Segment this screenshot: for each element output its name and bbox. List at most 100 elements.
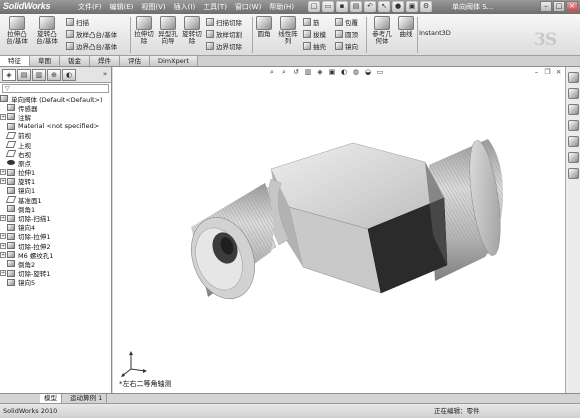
undo-icon[interactable]: ↶: [364, 1, 376, 12]
print-icon[interactable]: ▤: [350, 1, 362, 12]
revolve-cut-button[interactable]: 旋转切 除: [181, 16, 203, 45]
tab-evaluate[interactable]: 评估: [120, 56, 150, 66]
chevron-right-icon[interactable]: »: [101, 69, 109, 81]
boundary-cut-button[interactable]: 边界切除: [206, 41, 242, 51]
boundary-boss-button[interactable]: 边界凸台/基体: [66, 41, 117, 51]
tab-model[interactable]: 模型: [40, 394, 62, 403]
expand-icon[interactable]: +: [0, 233, 6, 240]
expand-icon[interactable]: +: [0, 169, 6, 176]
loft-cut-button[interactable]: 放样切割: [206, 29, 242, 39]
tree-node[interactable]: + 注解: [0, 112, 111, 122]
instant3d-button[interactable]: Instant3D: [419, 30, 451, 37]
tree-node[interactable]: 镜向4: [0, 223, 111, 232]
mirror-button[interactable]: 镜向: [335, 41, 358, 51]
tree-node[interactable]: + 切除-拉伸1: [0, 232, 111, 241]
view-palette-icon[interactable]: [567, 136, 579, 147]
tree-node[interactable]: + 切除-拉伸2: [0, 241, 111, 251]
tree-node[interactable]: 镜向5: [0, 278, 111, 287]
tree-node[interactable]: 右视: [0, 149, 111, 159]
tree-node[interactable]: Material <not specified>: [0, 122, 111, 131]
sweep-cut-button[interactable]: 扫描切除: [206, 17, 242, 27]
save-icon[interactable]: ▪: [336, 1, 348, 12]
design-library-icon[interactable]: [567, 88, 579, 99]
custom-properties-icon[interactable]: [567, 168, 579, 179]
loft-cut-icon: [206, 30, 214, 38]
menu-window[interactable]: 窗口(W): [235, 1, 261, 13]
tab-sheet-metal[interactable]: 钣金: [60, 56, 90, 66]
boundary-cut-icon: [206, 42, 214, 50]
tree-node[interactable]: 倒角1: [0, 204, 111, 214]
mirror-icon: [335, 42, 343, 50]
dome-button[interactable]: 圆顶: [335, 29, 358, 39]
expand-icon[interactable]: +: [0, 215, 6, 222]
curves-button[interactable]: 曲线: [397, 16, 415, 38]
hole-wizard-button[interactable]: 异型孔 向导: [157, 16, 179, 45]
tree-node[interactable]: 镜向1: [0, 186, 111, 195]
revolve-boss-button[interactable]: 旋转凸 台/基体: [34, 16, 60, 45]
menu-view[interactable]: 视图(V): [141, 1, 165, 13]
tab-motion-study[interactable]: 运动算例 1: [66, 394, 108, 403]
tree-node[interactable]: + M6 螺纹孔1: [0, 250, 111, 260]
model-tabs-bar: 模型 运动算例 1: [0, 393, 580, 403]
search-icon[interactable]: [567, 120, 579, 131]
new-icon[interactable]: □: [308, 1, 320, 12]
menu-file[interactable]: 文件(F): [78, 1, 102, 13]
options-icon[interactable]: ⚙: [420, 1, 432, 12]
expand-icon[interactable]: +: [0, 251, 6, 258]
tree-node-label: 注解: [18, 113, 31, 122]
display-manager-tab-icon[interactable]: ◐: [62, 69, 76, 81]
rib-button[interactable]: 筋: [303, 17, 320, 27]
file-properties-icon[interactable]: ▣: [406, 1, 418, 12]
tree-node[interactable]: 前视: [0, 131, 111, 140]
dimxpert-manager-tab-icon[interactable]: ⊕: [47, 69, 61, 81]
tree-node[interactable]: 上视: [0, 140, 111, 150]
loft-button[interactable]: 放样凸台/基体: [66, 29, 117, 39]
maximize-button[interactable]: □: [553, 1, 565, 12]
menu-edit[interactable]: 编辑(E): [110, 1, 134, 13]
configuration-manager-tab-icon[interactable]: ▥: [32, 69, 46, 81]
tree-node[interactable]: + 切除-旋转1: [0, 269, 111, 278]
tree-node[interactable]: 传感器: [0, 103, 111, 113]
sweep-button[interactable]: 扫描: [66, 17, 89, 27]
rebuild-icon[interactable]: ●: [392, 1, 404, 12]
extrude-boss-button[interactable]: 拉伸凸 台/基体: [4, 16, 30, 45]
dome-icon: [335, 30, 343, 38]
tree-node[interactable]: + 切除-扫描1: [0, 213, 111, 223]
tree-node[interactable]: + 旋转1: [0, 177, 111, 186]
tree-filter-input[interactable]: ▽: [2, 84, 109, 93]
select-icon[interactable]: ↖: [378, 1, 390, 12]
minimize-button[interactable]: –: [540, 1, 552, 12]
graphics-area[interactable]: ⌕ ⌕ ↺ ▥ ◈ ▣ ◐ ◍ ◒ ▭ – ❐ × *左右二等角轴测: [113, 67, 565, 393]
tree-node[interactable]: 原点: [0, 158, 111, 168]
tab-features[interactable]: 特征: [0, 56, 30, 66]
expand-icon[interactable]: +: [0, 113, 6, 120]
linear-pattern-button[interactable]: 线性阵 列: [277, 16, 299, 45]
menu-insert[interactable]: 插入(I): [174, 1, 196, 13]
fillet-button[interactable]: 圆角: [254, 16, 274, 38]
reference-geometry-button[interactable]: 参考几 何体: [369, 16, 395, 45]
shell-button[interactable]: 抽壳: [303, 41, 326, 51]
solidworks-resources-icon[interactable]: [567, 72, 579, 83]
tree-node[interactable]: + 拉伸1: [0, 168, 111, 177]
wrap-button[interactable]: 包覆: [335, 17, 358, 27]
tree-root[interactable]: 单向阀体 (Default<Default>): [0, 94, 111, 104]
tab-sketch[interactable]: 草图: [30, 56, 60, 66]
menu-help[interactable]: 帮助(H): [269, 1, 294, 13]
appearances-icon[interactable]: [567, 152, 579, 163]
tree-node[interactable]: 基准面1: [0, 195, 111, 205]
expand-icon[interactable]: +: [0, 242, 6, 249]
tab-weldments[interactable]: 焊件: [90, 56, 120, 66]
draft-button[interactable]: 拔模: [303, 29, 326, 39]
expand-icon[interactable]: +: [0, 178, 6, 185]
close-button[interactable]: ×: [566, 1, 578, 12]
open-icon[interactable]: ▭: [322, 1, 334, 12]
tab-dimxpert[interactable]: DimXpert: [150, 56, 198, 66]
window-controls: – □ ×: [540, 1, 578, 12]
tree-node[interactable]: 倒角2: [0, 259, 111, 269]
feature-manager-tab-icon[interactable]: ◈: [2, 69, 16, 81]
expand-icon[interactable]: +: [0, 270, 6, 277]
file-explorer-icon[interactable]: [567, 104, 579, 115]
property-manager-tab-icon[interactable]: ▤: [17, 69, 31, 81]
menu-tools[interactable]: 工具(T): [203, 1, 227, 13]
extrude-cut-button[interactable]: 拉伸切 除: [133, 16, 155, 45]
